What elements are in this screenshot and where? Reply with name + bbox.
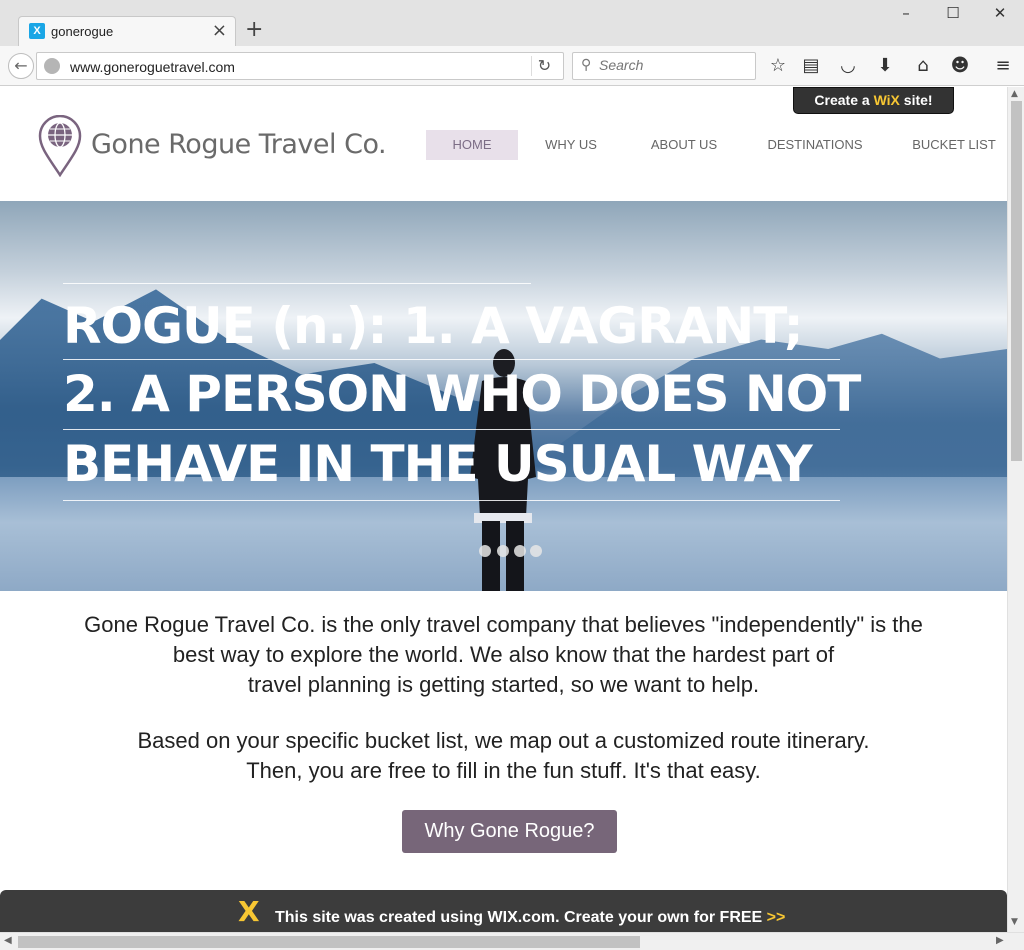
nav-why-us[interactable]: WHY US (530, 130, 612, 160)
horizontal-scrollbar[interactable]: ◀ ▶ (0, 932, 1024, 950)
page-viewport: Gone Rogue Travel Co. HOME WHY US ABOUT … (0, 87, 1007, 932)
wix-logo-icon: X (238, 895, 260, 928)
search-input[interactable] (599, 57, 749, 73)
reload-icon[interactable]: ↻ (531, 56, 557, 76)
browser-navbar: ← www.goneroguetravel.com ↻ ⚲ ☆ ▤ ◡ ⬇ ⌂ … (0, 46, 1024, 86)
detail-line-1: Based on your specific bucket list, we m… (137, 728, 870, 753)
url-text: www.goneroguetravel.com (70, 59, 235, 75)
hero-divider (63, 500, 840, 501)
nav-bucket-list[interactable]: BUCKET LIST (904, 130, 1004, 160)
minimize-icon[interactable]: – (894, 4, 918, 24)
search-box[interactable]: ⚲ (572, 52, 756, 80)
why-gone-rogue-button[interactable]: Why Gone Rogue? (402, 810, 617, 853)
intro-line-2: best way to explore the world. We also k… (172, 642, 835, 667)
nav-destinations[interactable]: DESTINATIONS (760, 130, 870, 160)
hero-line-2: 2. A PERSON WHO DOES NOT (63, 365, 861, 423)
scroll-left-icon[interactable]: ◀ (4, 935, 12, 946)
home-icon[interactable]: ⌂ (911, 54, 935, 78)
hero-divider (63, 283, 531, 284)
browser-titlebar: X gonerogue × + – ☐ ✕ (0, 0, 1024, 46)
menu-icon[interactable]: ≡ (991, 54, 1015, 78)
wix-badge-suffix: site! (899, 92, 933, 108)
scroll-right-icon[interactable]: ▶ (996, 935, 1004, 946)
slide-dot-3[interactable] (514, 545, 526, 557)
slide-dot-4[interactable] (530, 545, 542, 557)
site-title[interactable]: Gone Rogue Travel Co. (91, 129, 387, 160)
chat-icon[interactable]: ☻ (948, 54, 972, 78)
wix-footer-message: This site was created using WIX.com. Cre… (275, 909, 767, 926)
slide-dot-1[interactable] (479, 545, 491, 557)
hero-line-1: ROGUE (n.): 1. A VAGRANT; (63, 297, 804, 355)
wix-footer-banner[interactable]: X This site was created using WIX.com. C… (0, 890, 1007, 932)
intro-line-1: Gone Rogue Travel Co. is the only travel… (84, 612, 923, 637)
scroll-down-icon[interactable]: ▼ (1011, 917, 1018, 927)
site-header: Gone Rogue Travel Co. HOME WHY US ABOUT … (0, 87, 1007, 201)
vertical-scroll-thumb[interactable] (1011, 101, 1022, 461)
wix-badge-prefix: Create a (814, 92, 874, 108)
wix-favicon-icon: X (29, 23, 45, 39)
create-wix-site-button[interactable]: Create a WiX site! (793, 87, 954, 114)
location-globe-icon[interactable] (38, 115, 82, 177)
maximize-icon[interactable]: ☐ (941, 4, 965, 24)
intro-paragraph: Gone Rogue Travel Co. is the only travel… (0, 610, 1007, 700)
tab-close-icon[interactable]: × (212, 20, 227, 41)
scroll-up-icon[interactable]: ▲ (1011, 89, 1018, 99)
new-tab-icon[interactable]: + (245, 17, 263, 42)
nav-home[interactable]: HOME (426, 130, 518, 160)
address-bar[interactable]: www.goneroguetravel.com ↻ (36, 52, 564, 80)
detail-line-2: Then, you are free to fill in the fun st… (246, 758, 761, 783)
hero-divider (63, 429, 840, 430)
wix-footer-arrows: >> (766, 909, 786, 926)
star-icon[interactable]: ☆ (766, 54, 790, 78)
horizontal-scroll-thumb[interactable] (18, 936, 640, 948)
nav-about-us[interactable]: ABOUT US (638, 130, 730, 160)
close-icon[interactable]: ✕ (988, 4, 1012, 24)
vertical-scrollbar[interactable]: ▲ ▼ (1007, 87, 1024, 932)
browser-tab[interactable]: X gonerogue × (18, 16, 236, 46)
hero-slideshow: ROGUE (n.): 1. A VAGRANT; 2. A PERSON WH… (0, 201, 1007, 591)
download-icon[interactable]: ⬇ (873, 54, 897, 78)
wix-badge-brand: WiX (873, 92, 900, 108)
slide-dot-2[interactable] (497, 545, 509, 557)
reading-list-icon[interactable]: ▤ (799, 54, 823, 78)
search-icon: ⚲ (581, 57, 592, 73)
tab-title: gonerogue (51, 24, 114, 39)
detail-paragraph: Based on your specific bucket list, we m… (0, 726, 1007, 786)
hero-divider (63, 359, 840, 360)
pocket-icon[interactable]: ◡ (836, 54, 860, 78)
wix-footer-text: This site was created using WIX.com. Cre… (275, 909, 785, 927)
hero-line-3: BEHAVE IN THE USUAL WAY (63, 435, 813, 493)
back-arrow-icon[interactable]: ← (8, 53, 34, 79)
globe-icon (44, 58, 60, 74)
intro-line-3: travel planning is getting started, so w… (247, 672, 760, 697)
